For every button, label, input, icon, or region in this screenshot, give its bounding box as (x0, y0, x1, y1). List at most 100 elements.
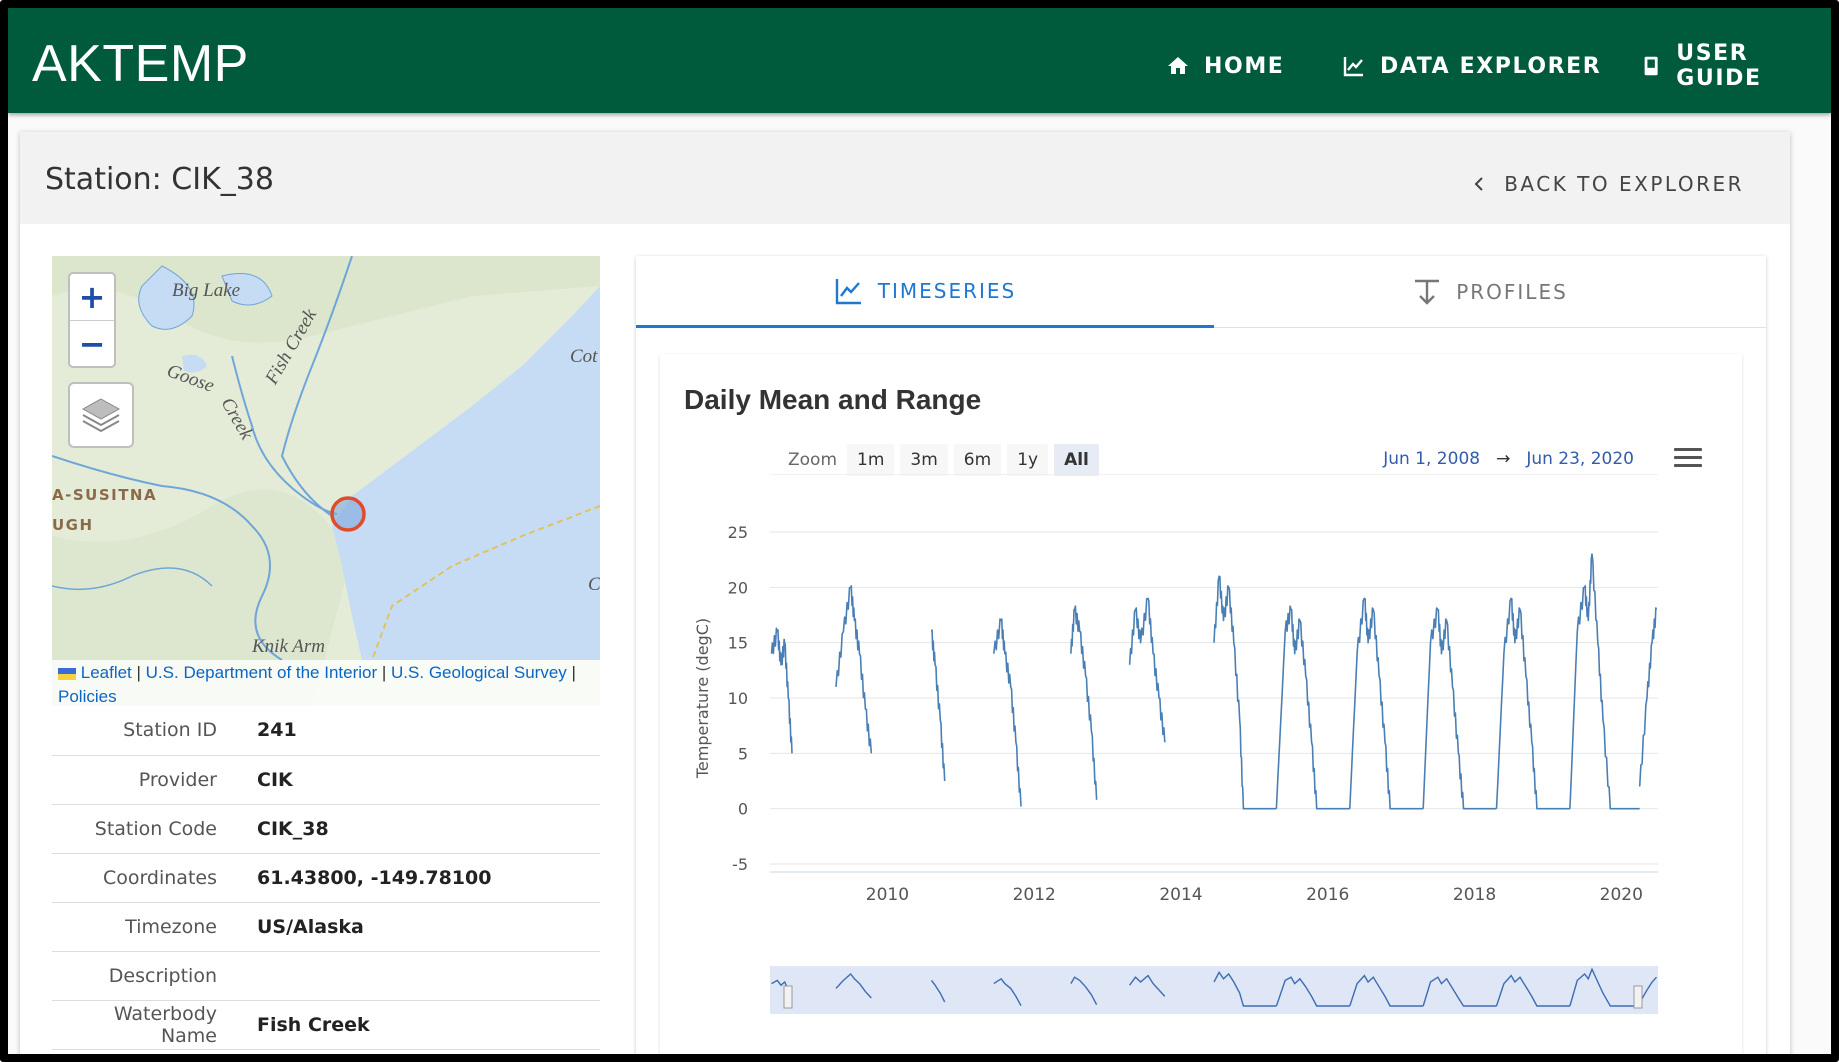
zoom-1m-button[interactable]: 1m (847, 444, 895, 476)
map-zoom-control: + − (68, 272, 116, 368)
station-id-label: Station ID (123, 719, 217, 742)
series-line-segment (1422, 607, 1497, 810)
series-line-segment (1275, 605, 1350, 810)
table-row: Station ID 241 (52, 706, 600, 755)
card-header: Station: CIK_38 BACK TO EXPLORER (20, 132, 1790, 224)
menu-bar (1674, 448, 1702, 451)
series-line-segment (1569, 553, 1640, 810)
y-tick-label: -5 (732, 855, 748, 874)
x-tick-label: 2020 (1600, 885, 1643, 905)
policies-link[interactable]: Policies (58, 687, 117, 706)
waterbody-name-label: Waterbody Name (113, 1002, 217, 1047)
zoom-6m-button[interactable]: 6m (953, 444, 1002, 476)
range-selector: Zoom 1m 3m 6m 1y All (788, 444, 1099, 476)
table-row: Description (52, 951, 600, 1000)
date-range: Jun 1, 2008 → Jun 23, 2020 (1383, 449, 1634, 469)
tab-profiles[interactable]: PROFILES (1214, 256, 1766, 328)
chart-line-icon (1343, 57, 1363, 77)
brand-title[interactable]: AKTEMP (32, 34, 249, 94)
zoom-1y-button[interactable]: 1y (1007, 444, 1049, 476)
ukraine-flag-icon (58, 667, 76, 680)
chart-menu-button[interactable] (1674, 448, 1702, 472)
map-label-cot: Cot (570, 346, 598, 367)
table-row: Station Code CIK_38 (52, 804, 600, 853)
x-tick-label: 2014 (1159, 885, 1202, 905)
station-card: Station: CIK_38 BACK TO EXPLORER Big Lak… (20, 132, 1790, 1062)
table-row: Provider CIK (52, 755, 600, 804)
map-label-ugh: UGH (52, 516, 94, 534)
provider-label: Provider (138, 768, 217, 791)
series-line-segment (835, 585, 873, 754)
y-tick-label: 15 (728, 634, 748, 653)
x-tick-label: 2016 (1306, 885, 1349, 905)
y-tick-label: 20 (728, 578, 748, 597)
y-tick-label: 5 (738, 744, 748, 763)
series-line-segment (1070, 605, 1098, 800)
chevron-left-icon (1474, 177, 1483, 191)
doi-link[interactable]: U.S. Department of the Interior (146, 663, 378, 682)
series-line-segment (1213, 575, 1277, 810)
series-line-segment (1349, 597, 1424, 810)
timeseries-chart[interactable]: -5 0 5 10 15 20 25 2010 2012 2014 2016 2018 2020 Temp… (660, 474, 1742, 1062)
map-attribution: Leaflet | U.S. Department of the Interio… (52, 660, 600, 706)
attrib-sep-2: | (377, 663, 392, 682)
coordinates-label: Coordinates (102, 866, 217, 889)
zoom-3m-button[interactable]: 3m (900, 444, 948, 476)
series-line-segment (1638, 607, 1658, 787)
date-from-input[interactable]: Jun 1, 2008 (1383, 449, 1480, 469)
nav-data-explorer-label: DATA EXPLORER (1380, 53, 1602, 79)
page-title: Station: CIK_38 (45, 162, 274, 197)
series-line-segment (770, 627, 793, 754)
x-tick-label: 2018 (1453, 885, 1496, 905)
nav-user-guide-button[interactable]: USER GUIDE (1640, 41, 1831, 91)
description-value (257, 951, 600, 1000)
station-map[interactable]: Big Lake Fish Creek Goose Creek Knik Arm… (52, 256, 600, 706)
chart-line-icon (835, 278, 861, 304)
nav-data-explorer-button[interactable]: DATA EXPLORER (1342, 46, 1601, 86)
y-tick-label: 0 (738, 800, 748, 819)
zoom-all-button[interactable]: All (1054, 444, 1099, 476)
timezone-label: Timezone (125, 915, 217, 938)
map-zoom-out-button[interactable]: − (70, 320, 114, 366)
home-icon (1168, 57, 1188, 74)
nav-home-button[interactable]: HOME (1166, 46, 1284, 86)
timeseries-chart-card: Daily Mean and Range Zoom 1m 3m 6m 1y Al… (660, 354, 1742, 1062)
table-row: Waterbody Name Fish Creek (52, 1000, 600, 1049)
map-label-big-lake: Big Lake (172, 280, 241, 301)
tab-timeseries-label: TIMESERIES (877, 278, 1017, 303)
book-icon (1644, 56, 1658, 76)
app-window: AKTEMP HOME DATA EXPLORER USER GUIDE Sta… (0, 0, 1839, 1062)
back-to-explorer-label: BACK TO EXPLORER (1504, 172, 1744, 196)
description-label: Description (108, 964, 217, 987)
navigator-left-handle (783, 985, 793, 1009)
series-line-segment (930, 629, 946, 782)
station-id-value: 241 (257, 719, 297, 742)
y-tick-label: 25 (728, 523, 748, 542)
map-label-knik-arm: Knik Arm (252, 636, 326, 657)
tab-timeseries[interactable]: TIMESERIES (636, 256, 1214, 328)
leaflet-link[interactable]: Leaflet (81, 663, 132, 682)
chart-title: Daily Mean and Range (684, 384, 982, 415)
back-to-explorer-button[interactable]: BACK TO EXPLORER (1472, 172, 1744, 196)
series-line-segment (993, 618, 1022, 807)
station-code-label: Station Code (94, 817, 217, 840)
waterbody-name-value: Fish Creek (257, 1013, 370, 1036)
layers-icon (81, 398, 121, 433)
series-line-segment (1128, 597, 1166, 743)
timezone-value: US/Alaska (257, 915, 364, 938)
navigator-right-handle (1633, 985, 1643, 1009)
date-to-input[interactable]: Jun 23, 2020 (1526, 449, 1634, 469)
map-zoom-in-button[interactable]: + (70, 274, 114, 320)
nav-home-label: HOME (1204, 53, 1285, 79)
provider-value: CIK (257, 768, 293, 791)
map-label-c: C (588, 574, 600, 595)
coordinates-value: 61.43800, -149.78100 (257, 866, 492, 889)
station-marker[interactable] (330, 496, 366, 532)
table-row: Coordinates 61.43800, -149.78100 (52, 853, 600, 902)
depth-profile-icon (1415, 279, 1440, 305)
usgs-link[interactable]: U.S. Geological Survey (391, 663, 567, 682)
map-layers-button[interactable] (68, 382, 134, 448)
menu-bar (1674, 456, 1702, 459)
chart-tabs-panel: TIMESERIES PROFILES Daily Mean and Range… (636, 256, 1766, 1062)
y-tick-label: 10 (728, 689, 748, 708)
